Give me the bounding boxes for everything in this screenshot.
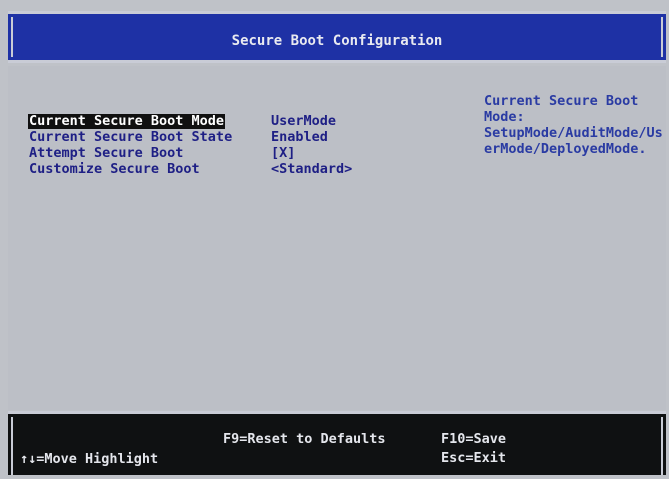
bios-screen: Secure Boot Configuration Current Secure…: [0, 0, 669, 479]
attempt-secure-boot-checkbox[interactable]: [X]: [271, 146, 295, 161]
reset-defaults-hint: F9=Reset to Defaults: [223, 431, 386, 447]
title-bar: Secure Boot Configuration: [8, 11, 666, 63]
customize-secure-boot-select[interactable]: <Standard>: [271, 162, 352, 177]
menu-item-current-secure-boot-mode[interactable]: Current Secure Boot Mode: [28, 114, 226, 129]
menu-item-customize-secure-boot[interactable]: Customize Secure Boot: [29, 162, 200, 177]
menu-item-current-secure-boot-state[interactable]: Current Secure Boot State: [29, 130, 232, 145]
menu-item-attempt-secure-boot[interactable]: Attempt Secure Boot: [29, 146, 183, 161]
current-secure-boot-state-value: Enabled: [271, 129, 328, 145]
current-secure-boot-mode-value: UserMode: [271, 113, 337, 129]
move-highlight-hint: ↑↓=Move Highlight: [20, 451, 159, 467]
help-text: Current Secure Boot Mode: SetupMode/Audi…: [484, 93, 663, 157]
save-hint: F10=Save: [441, 431, 507, 447]
exit-hint: Esc=Exit: [441, 450, 507, 466]
page-title: Secure Boot Configuration: [231, 33, 443, 49]
